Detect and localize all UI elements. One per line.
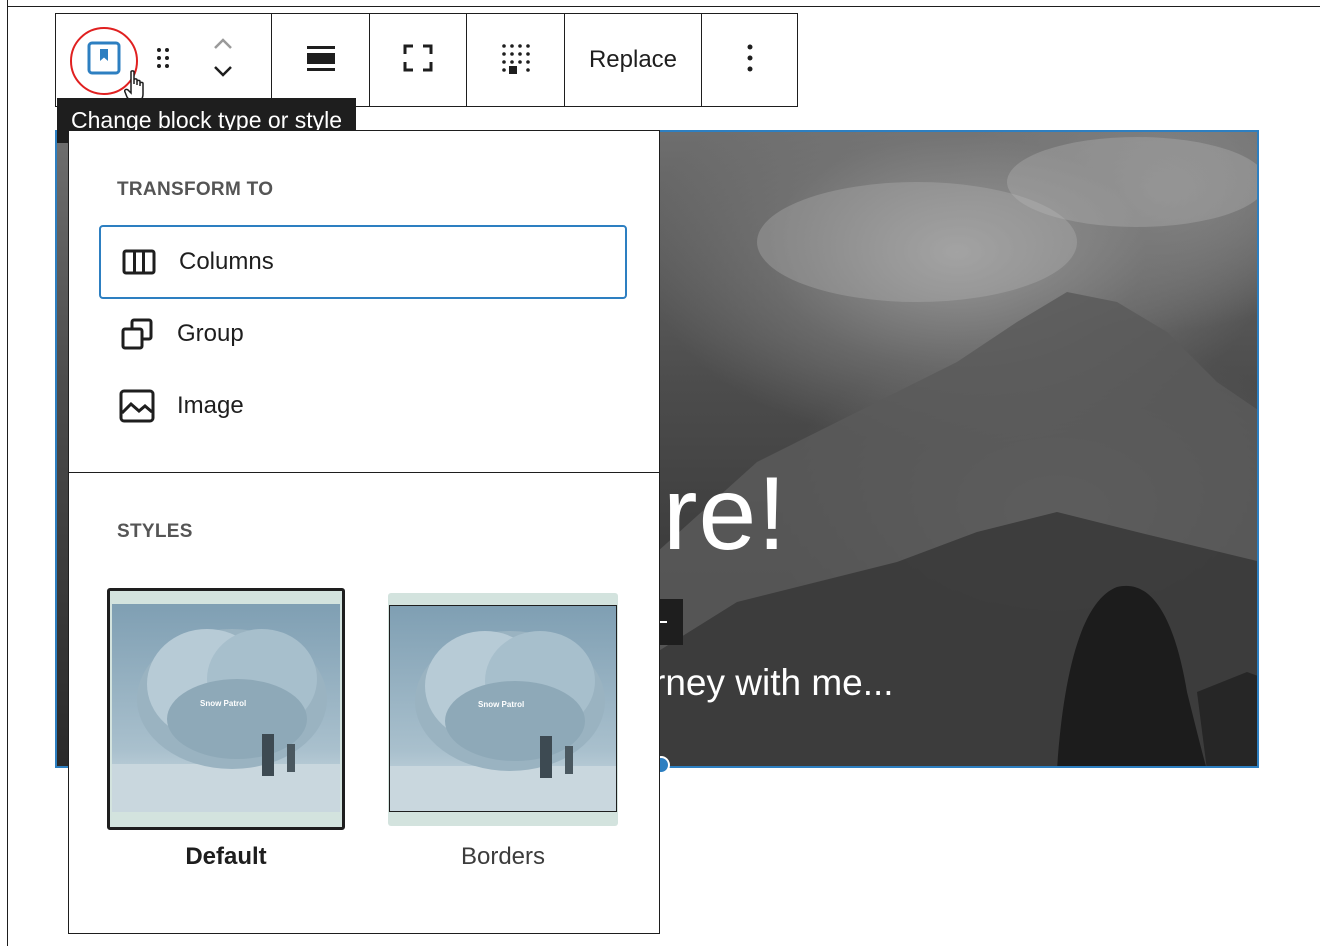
- canvas-border-top: [7, 6, 1320, 7]
- chevron-down-icon: [212, 64, 234, 83]
- block-switcher-popover: TRANSFORM TO Columns Group Image STYLES …: [68, 130, 660, 934]
- style-default-label: Default: [185, 843, 267, 870]
- image-icon: [119, 388, 155, 424]
- transform-heading: TRANSFORM TO: [117, 179, 274, 200]
- snow-tree-image: [390, 606, 616, 811]
- style-default-preview-text: Snow Patrol: [200, 699, 247, 708]
- more-vertical-icon: [746, 43, 754, 78]
- drag-handle-icon: [156, 46, 170, 75]
- transform-image-label: Image: [177, 392, 244, 419]
- style-borders-option[interactable]: Snow Patrol: [388, 593, 618, 826]
- style-borders-label: Borders: [460, 843, 546, 870]
- popover-divider: [69, 472, 659, 473]
- more-options-button[interactable]: [702, 14, 797, 106]
- style-default-option[interactable]: Snow Patrol: [107, 588, 345, 830]
- change-content-position-button[interactable]: [467, 14, 564, 106]
- style-borders-preview: Snow Patrol: [389, 605, 617, 812]
- move-down-button[interactable]: [212, 60, 234, 87]
- toggle-full-height-button[interactable]: [370, 14, 466, 106]
- move-up-button[interactable]: [212, 33, 234, 60]
- replace-button[interactable]: Replace: [565, 14, 701, 106]
- align-wide-icon: [306, 43, 336, 78]
- replace-group: Replace: [565, 14, 702, 106]
- position-group: [467, 14, 565, 106]
- canvas-border-left: [7, 0, 8, 946]
- options-group: [702, 14, 797, 106]
- transform-columns-label: Columns: [179, 248, 274, 275]
- cover-subtitle[interactable]: rney with me...: [653, 662, 894, 704]
- transform-image-item[interactable]: Image: [99, 369, 627, 443]
- transform-columns-item[interactable]: Columns: [99, 225, 627, 299]
- block-toolbar: Replace: [55, 13, 798, 107]
- group-icon: [119, 316, 155, 352]
- cover-block-icon: [87, 41, 121, 80]
- fullscreen-icon: [403, 44, 433, 77]
- style-borders-preview-text: Snow Patrol: [478, 700, 525, 709]
- chevron-up-icon: [212, 37, 234, 56]
- align-group: [272, 14, 370, 106]
- fullheight-group: [370, 14, 467, 106]
- style-default-preview: Snow Patrol: [112, 604, 340, 812]
- align-button[interactable]: [272, 14, 369, 106]
- transform-group-item[interactable]: Group: [99, 297, 627, 371]
- mover-controls: [174, 14, 271, 106]
- snow-tree-image: [112, 604, 340, 812]
- block-switcher-group: [56, 14, 272, 106]
- drag-handle[interactable]: [152, 14, 174, 106]
- transform-group-label: Group: [177, 320, 244, 347]
- columns-icon: [121, 244, 157, 280]
- position-grid-icon: [500, 42, 532, 79]
- styles-heading: STYLES: [117, 521, 193, 542]
